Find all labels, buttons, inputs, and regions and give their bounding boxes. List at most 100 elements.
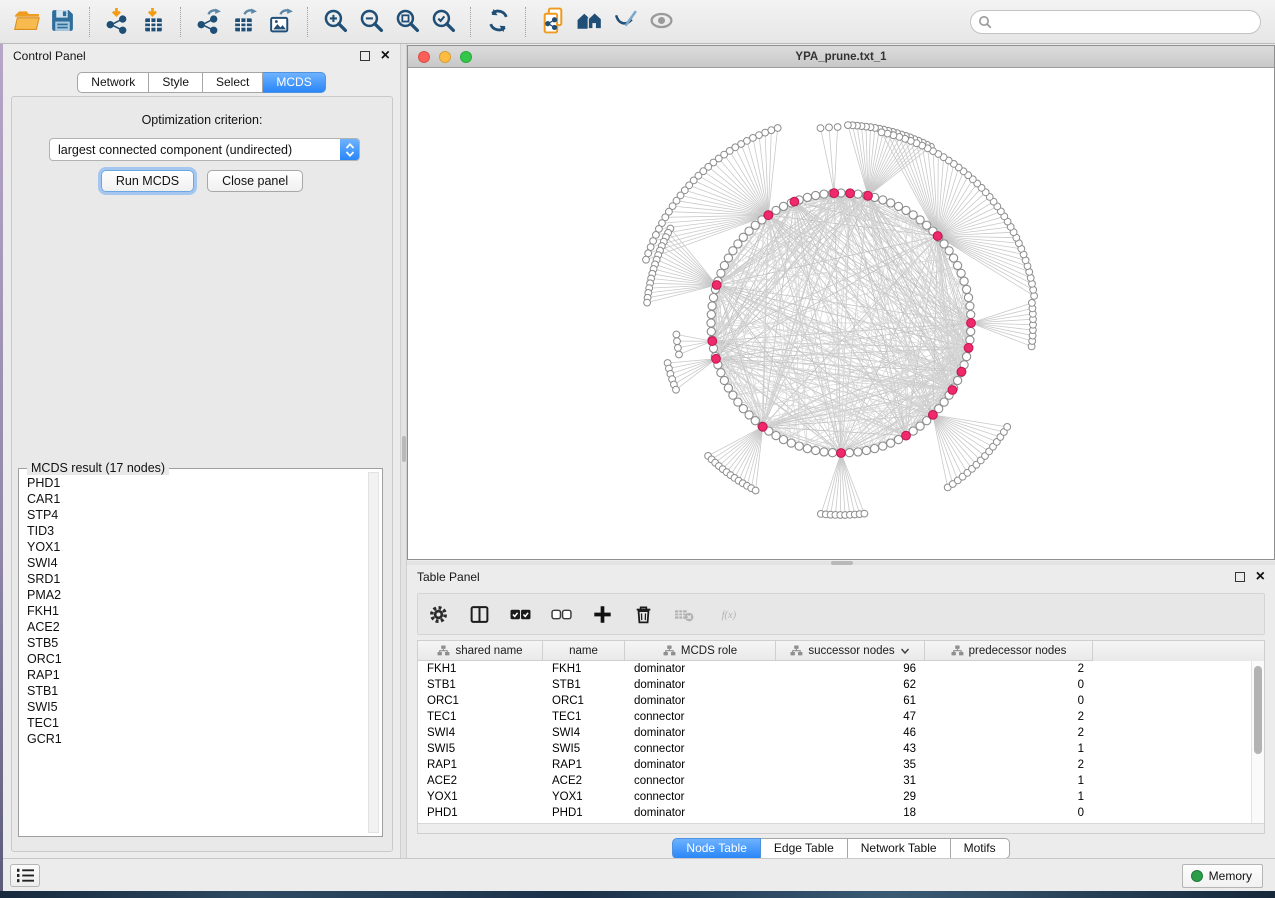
result-node-tid3[interactable]: TID3 (27, 523, 366, 539)
hide-panels-button[interactable] (607, 4, 643, 40)
table-row-yox1[interactable]: YOX1YOX1connector291 (418, 789, 1264, 805)
table-settings-button[interactable] (426, 602, 450, 626)
column-header-shared-name[interactable]: shared name (418, 641, 543, 661)
cell-predecessor_nodes: 2 (925, 757, 1093, 773)
cell-name: SWI5 (543, 741, 625, 757)
result-node-swi4[interactable]: SWI4 (27, 555, 366, 571)
cell-mcds_role: dominator (625, 805, 776, 821)
deselect-all-button[interactable] (549, 602, 573, 626)
criterion-dropdown[interactable]: largest connected component (undirected) (49, 138, 360, 161)
split-table-button[interactable] (467, 602, 491, 626)
save-session-button[interactable] (44, 4, 80, 40)
close-panel-icon[interactable]: × (381, 51, 390, 61)
cell-shared_name: ORC1 (418, 693, 543, 709)
result-scrollbar[interactable] (368, 472, 379, 833)
tab-mcds[interactable]: MCDS (263, 72, 325, 93)
network-overview-button[interactable] (571, 4, 607, 40)
network-window-titlebar[interactable]: YPA_prune.txt_1 (408, 46, 1274, 68)
delete-column-button[interactable] (631, 602, 655, 626)
result-node-phd1[interactable]: PHD1 (27, 475, 366, 491)
cell-name: STB1 (543, 677, 625, 693)
float-panel-icon[interactable] (1235, 572, 1245, 582)
control-panel-header: Control Panel × (3, 44, 400, 68)
table-tab-motifs[interactable]: Motifs (951, 838, 1010, 859)
result-node-fkh1[interactable]: FKH1 (27, 603, 366, 619)
table-row-ace2[interactable]: ACE2ACE2connector311 (418, 773, 1264, 789)
apply-layout-button[interactable] (480, 4, 516, 40)
task-history-button[interactable] (10, 864, 40, 887)
import-table-button[interactable] (135, 4, 171, 40)
result-node-gcr1[interactable]: GCR1 (27, 731, 366, 747)
right-column: YPA_prune.txt_1 Table Panel × (407, 44, 1275, 858)
export-network-button[interactable] (190, 4, 226, 40)
criterion-value: largest connected component (undirected) (50, 143, 340, 157)
table-row-swi5[interactable]: SWI5SWI5connector431 (418, 741, 1264, 757)
cell-shared_name: STB1 (418, 677, 543, 693)
result-node-yox1[interactable]: YOX1 (27, 539, 366, 555)
table-horizontal-scrollbar[interactable] (418, 823, 1264, 833)
zoom-fit-button[interactable] (389, 4, 425, 40)
table-row-swi4[interactable]: SWI4SWI4dominator462 (418, 725, 1264, 741)
result-node-car1[interactable]: CAR1 (27, 491, 366, 507)
result-node-swi5[interactable]: SWI5 (27, 699, 366, 715)
table-tab-network-table[interactable]: Network Table (848, 838, 951, 859)
result-node-stp4[interactable]: STP4 (27, 507, 366, 523)
table-row-phd1[interactable]: PHD1PHD1dominator180 (418, 805, 1264, 821)
table-tab-node-table[interactable]: Node Table (672, 838, 761, 859)
tab-select[interactable]: Select (203, 72, 263, 93)
export-image-button[interactable] (262, 4, 298, 40)
show-panels-button[interactable] (643, 4, 679, 40)
export-table-button[interactable] (226, 4, 262, 40)
column-header-mcds-role[interactable]: MCDS role (625, 641, 776, 661)
run-mcds-button[interactable]: Run MCDS (101, 170, 194, 192)
select-all-icon (510, 604, 531, 625)
toolbar-separator (525, 7, 526, 37)
table-row-rap1[interactable]: RAP1RAP1dominator352 (418, 757, 1264, 773)
table-row-orc1[interactable]: ORC1ORC1dominator610 (418, 693, 1264, 709)
result-node-tec1[interactable]: TEC1 (27, 715, 366, 731)
select-all-button[interactable] (508, 602, 532, 626)
result-node-srd1[interactable]: SRD1 (27, 571, 366, 587)
result-node-stb5[interactable]: STB5 (27, 635, 366, 651)
table-row-stb1[interactable]: STB1STB1dominator620 (418, 677, 1264, 693)
zoom-selected-button[interactable] (425, 4, 461, 40)
cell-mcds_role: connector (625, 773, 776, 789)
table-vertical-scrollbar[interactable] (1251, 661, 1264, 823)
namespace-icon (790, 645, 803, 656)
export-table-icon (231, 7, 258, 37)
search-input[interactable] (970, 10, 1261, 34)
table-panel-header: Table Panel × (407, 565, 1275, 589)
column-header-name[interactable]: name (543, 641, 625, 661)
close-panel-button[interactable]: Close panel (207, 170, 303, 192)
list-icon (15, 867, 36, 884)
cell-predecessor_nodes: 0 (925, 693, 1093, 709)
cell-name: SWI4 (543, 725, 625, 741)
open-file-button[interactable] (8, 4, 44, 40)
splitter-handle[interactable] (402, 436, 406, 462)
result-node-ace2[interactable]: ACE2 (27, 619, 366, 635)
table-row-tec1[interactable]: TEC1TEC1connector472 (418, 709, 1264, 725)
scrollbar-thumb[interactable] (1254, 666, 1262, 754)
network-canvas[interactable] (408, 68, 1274, 559)
cell-mcds_role: connector (625, 741, 776, 757)
result-node-rap1[interactable]: RAP1 (27, 667, 366, 683)
column-header-predecessor-nodes[interactable]: predecessor nodes (925, 641, 1093, 661)
result-node-stb1[interactable]: STB1 (27, 683, 366, 699)
close-panel-icon[interactable]: × (1256, 572, 1265, 582)
clone-network-button[interactable] (535, 4, 571, 40)
memory-button[interactable]: Memory (1182, 864, 1263, 888)
import-network-button[interactable] (99, 4, 135, 40)
float-panel-icon[interactable] (360, 51, 370, 61)
tab-style[interactable]: Style (149, 72, 203, 93)
add-column-button[interactable] (590, 602, 614, 626)
vertical-splitter[interactable] (400, 44, 407, 858)
table-row-fkh1[interactable]: FKH1FKH1dominator962 (418, 661, 1264, 677)
result-node-pma2[interactable]: PMA2 (27, 587, 366, 603)
table-tab-edge-table[interactable]: Edge Table (761, 838, 848, 859)
result-node-orc1[interactable]: ORC1 (27, 651, 366, 667)
tab-network[interactable]: Network (77, 72, 149, 93)
zoom-in-button[interactable] (317, 4, 353, 40)
column-header-successor-nodes[interactable]: successor nodes (776, 641, 925, 661)
zoom-out-icon (358, 7, 385, 37)
zoom-out-button[interactable] (353, 4, 389, 40)
